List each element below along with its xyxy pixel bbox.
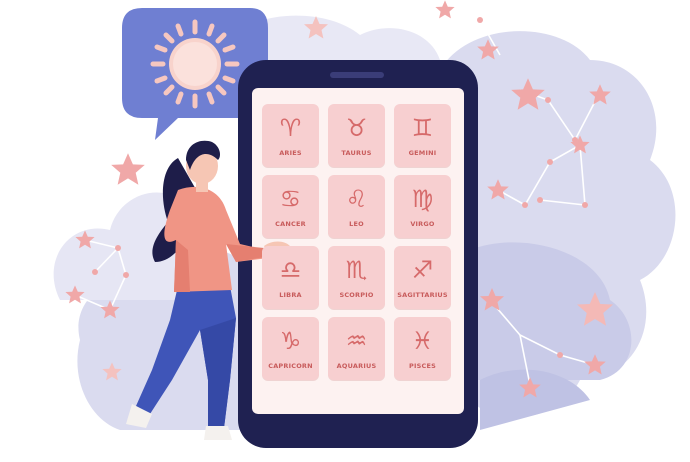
zodiac-grid: ♈ ARIES ♉ TAURUS ♊ GEMINI ♋ CANCER ♌ LEO ♍ VIRGO ♎ LI…: [262, 104, 462, 380]
cancer-icon: ♋: [279, 184, 302, 213]
zodiac-label: CAPRICORN: [268, 361, 313, 370]
capricorn-icon: ♑: [279, 326, 302, 355]
zodiac-tile-libra[interactable]: ♎ LIBRA: [262, 246, 319, 309]
zodiac-tile-leo[interactable]: ♌ LEO: [328, 175, 385, 238]
libra-icon: ♎: [279, 255, 302, 284]
gemini-icon: ♊: [411, 113, 434, 142]
zodiac-tile-pisces[interactable]: ♓ PISCES: [394, 317, 451, 380]
pisces-icon: ♓: [411, 326, 434, 355]
zodiac-label: SCORPIO: [339, 290, 374, 299]
aries-icon: ♈: [279, 113, 302, 142]
zodiac-label: GEMINI: [408, 148, 437, 157]
zodiac-label: PISCES: [409, 361, 436, 370]
zodiac-tile-taurus[interactable]: ♉ TAURUS: [328, 104, 385, 167]
zodiac-label: TAURUS: [341, 148, 372, 157]
zodiac-label: LEO: [349, 219, 364, 228]
zodiac-label: VIRGO: [410, 219, 435, 228]
zodiac-tile-capricorn[interactable]: ♑ CAPRICORN: [262, 317, 319, 380]
zodiac-tile-aquarius[interactable]: ♒ AQUARIUS: [328, 317, 385, 380]
zodiac-tile-virgo[interactable]: ♍ VIRGO: [394, 175, 451, 238]
taurus-icon: ♉: [345, 113, 368, 142]
virgo-icon: ♍: [411, 184, 434, 213]
zodiac-tile-scorpio[interactable]: ♏ SCORPIO: [328, 246, 385, 309]
zodiac-tile-aries[interactable]: ♈ ARIES: [262, 104, 319, 167]
zodiac-label: SAGITTARIUS: [397, 290, 448, 299]
illustration-stage: ♈ ARIES ♉ TAURUS ♊ GEMINI ♋ CANCER ♌ LEO ♍ VIRGO ♎ LI…: [0, 0, 690, 462]
zodiac-label: LIBRA: [279, 290, 302, 299]
zodiac-tile-sagittarius[interactable]: ♐ SAGITTARIUS: [394, 246, 451, 309]
zodiac-label: CANCER: [275, 219, 306, 228]
zodiac-label: AQUARIUS: [336, 361, 377, 370]
scorpio-icon: ♏: [345, 255, 368, 284]
aquarius-icon: ♒: [345, 326, 368, 355]
leo-icon: ♌: [345, 184, 368, 213]
zodiac-tile-cancer[interactable]: ♋ CANCER: [262, 175, 319, 238]
sagittarius-icon: ♐: [411, 255, 434, 284]
zodiac-tile-gemini[interactable]: ♊ GEMINI: [394, 104, 451, 167]
phone-screen: ♈ ARIES ♉ TAURUS ♊ GEMINI ♋ CANCER ♌ LEO ♍ VIRGO ♎ LI…: [252, 92, 462, 414]
zodiac-label: ARIES: [279, 148, 302, 157]
